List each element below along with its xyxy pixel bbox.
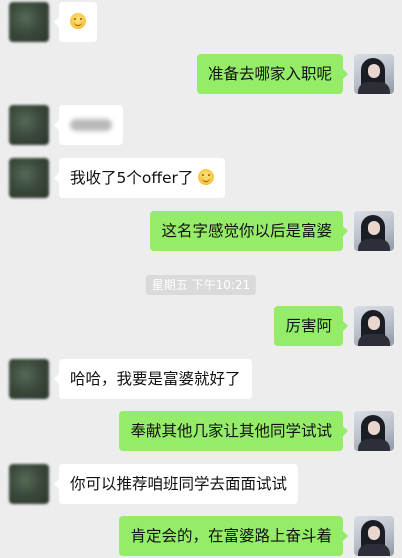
avatar-face bbox=[368, 316, 380, 330]
avatar-face bbox=[368, 421, 380, 435]
avatar-face bbox=[368, 221, 380, 235]
message-bubble-incoming[interactable] bbox=[54, 2, 97, 42]
message-text: 你可以推荐咱班同学去面面试试 bbox=[70, 475, 288, 493]
timestamp: 星期五 下午10:21 bbox=[145, 275, 257, 295]
avatar-shoulder bbox=[358, 334, 390, 346]
self-avatar[interactable] bbox=[354, 306, 394, 346]
smiling-face-emoji-icon bbox=[198, 169, 215, 185]
blurred-message-content bbox=[70, 119, 112, 131]
self-avatar[interactable] bbox=[354, 516, 394, 556]
message-bubble-outgoing[interactable]: 肯定会的，在富婆路上奋斗着 bbox=[119, 516, 348, 556]
message-bubble-outgoing[interactable]: 准备去哪家入职呢 bbox=[196, 54, 349, 94]
message-text: 哈哈，我要是富婆就好了 bbox=[70, 370, 241, 388]
avatar-face bbox=[368, 64, 380, 78]
message-bubble-incoming[interactable]: 你可以推荐咱班同学去面面试试 bbox=[53, 464, 299, 504]
avatar-shoulder bbox=[358, 239, 390, 251]
self-avatar[interactable] bbox=[354, 54, 394, 94]
message-bubble-incoming[interactable]: 哈哈，我要是富婆就好了 bbox=[54, 359, 252, 399]
message-bubble-outgoing[interactable]: 厉害阿 bbox=[274, 306, 348, 346]
avatar-shoulder bbox=[358, 82, 390, 94]
contact-avatar[interactable] bbox=[9, 158, 49, 198]
contact-avatar[interactable] bbox=[9, 359, 49, 399]
message-bubble-outgoing[interactable]: 这名字感觉你以后是富婆 bbox=[150, 211, 348, 251]
message-bubble-incoming[interactable]: 我收了5个offer了 bbox=[53, 158, 226, 198]
avatar-face bbox=[368, 526, 380, 540]
contact-avatar[interactable] bbox=[9, 464, 49, 504]
contact-avatar[interactable] bbox=[9, 105, 49, 145]
message-text: 准备去哪家入职呢 bbox=[207, 65, 332, 83]
smiling-face-emoji-icon bbox=[70, 13, 86, 29]
avatar-shoulder bbox=[358, 439, 390, 451]
message-bubble-incoming[interactable] bbox=[54, 105, 123, 145]
message-text: 肯定会的，在富婆路上奋斗着 bbox=[130, 527, 332, 545]
message-text: 这名字感觉你以后是富婆 bbox=[161, 222, 332, 240]
contact-avatar[interactable] bbox=[9, 2, 49, 42]
message-text: 厉害阿 bbox=[285, 317, 332, 335]
message-text: 我收了5个offer了 bbox=[70, 169, 194, 187]
message-text: 奉献其他几家让其他同学试试 bbox=[130, 422, 332, 440]
message-bubble-outgoing[interactable]: 奉献其他几家让其他同学试试 bbox=[119, 411, 348, 451]
self-avatar[interactable] bbox=[354, 211, 394, 251]
avatar-shoulder bbox=[358, 544, 390, 556]
self-avatar[interactable] bbox=[354, 411, 394, 451]
